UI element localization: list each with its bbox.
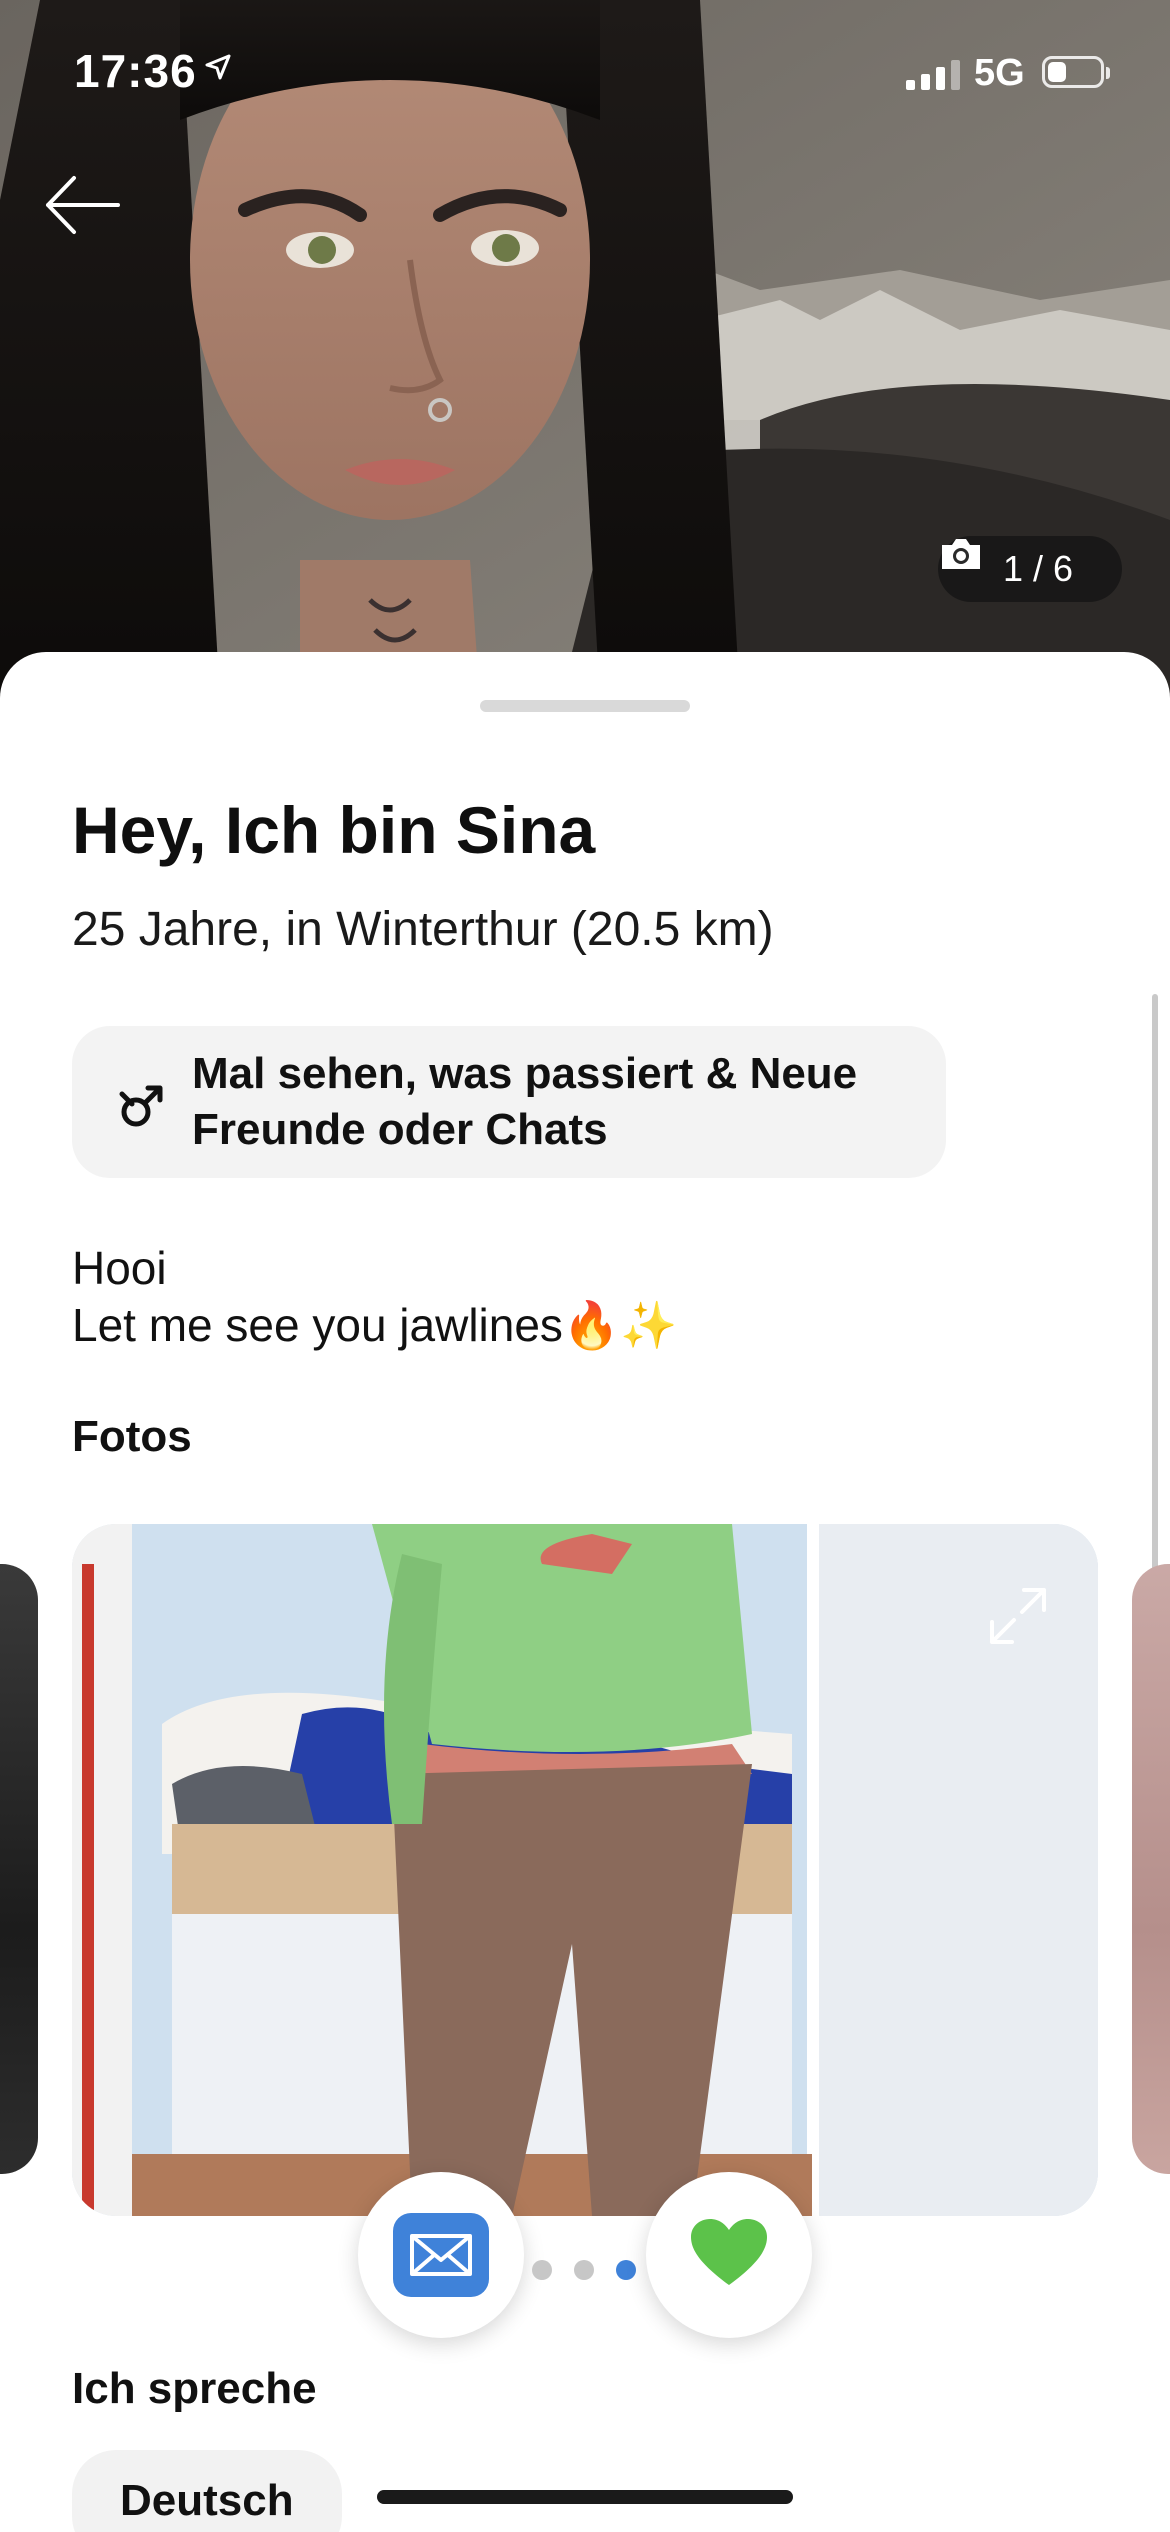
like-button[interactable] — [646, 2172, 812, 2338]
photo-counter-badge[interactable]: 1 / 6 — [938, 536, 1122, 602]
photos-section-title: Fotos — [72, 1412, 192, 1461]
heart-icon — [689, 2217, 769, 2294]
language-chip: Deutsch — [72, 2450, 342, 2532]
profile-bio: Hooi Let me see you jawlines🔥✨ — [72, 1242, 678, 1351]
languages-section-title: Ich spreche — [72, 2364, 317, 2413]
carousel-next-photo[interactable] — [1132, 1564, 1170, 2174]
network-type: 5G — [974, 52, 1025, 94]
carousel-previous-photo[interactable] — [0, 1564, 38, 2174]
expand-photo-button[interactable] — [982, 1580, 1054, 1652]
battery-level-fill — [1048, 62, 1066, 82]
dating-intent-chip: Mal sehen, was passiert & Neue Freunde o… — [72, 1026, 946, 1178]
carousel-dot[interactable] — [616, 2260, 636, 2280]
profile-hero-photo[interactable]: 17:36 5G 1 / 6 — [0, 0, 1170, 700]
gallery-photo-image — [72, 1524, 1098, 2216]
profile-screen: 17:36 5G 1 / 6 Hey, Ich bin Sina 25 Jahr… — [0, 0, 1170, 2532]
dating-intent-text: Mal sehen, was passiert & Neue Freunde o… — [192, 1049, 858, 1154]
sheet-grabber-handle[interactable] — [480, 700, 690, 712]
home-indicator[interactable] — [377, 2490, 793, 2504]
envelope-icon — [393, 2213, 489, 2297]
profile-title: Hey, Ich bin Sina — [72, 793, 596, 867]
status-bar: 17:36 5G — [0, 0, 1170, 140]
message-button[interactable] — [358, 2172, 524, 2338]
profile-age-location: 25 Jahre, in Winterthur (20.5 km) — [72, 903, 774, 956]
gender-symbol-icon — [116, 1080, 168, 1137]
carousel-dot[interactable] — [574, 2260, 594, 2280]
status-time: 17:36 — [74, 45, 197, 97]
profile-details-sheet[interactable]: Hey, Ich bin Sina 25 Jahre, in Winterthu… — [0, 652, 1170, 2532]
back-button[interactable] — [40, 170, 130, 240]
photo-carousel[interactable] — [0, 1524, 1170, 2224]
battery-icon — [1042, 56, 1110, 88]
carousel-current-photo[interactable] — [72, 1524, 1098, 2216]
cellular-signal-icon — [906, 58, 960, 90]
photo-counter-text: 1 / 6 — [1002, 548, 1074, 589]
carousel-page-indicator — [532, 2260, 636, 2280]
carousel-dot[interactable] — [532, 2260, 552, 2280]
